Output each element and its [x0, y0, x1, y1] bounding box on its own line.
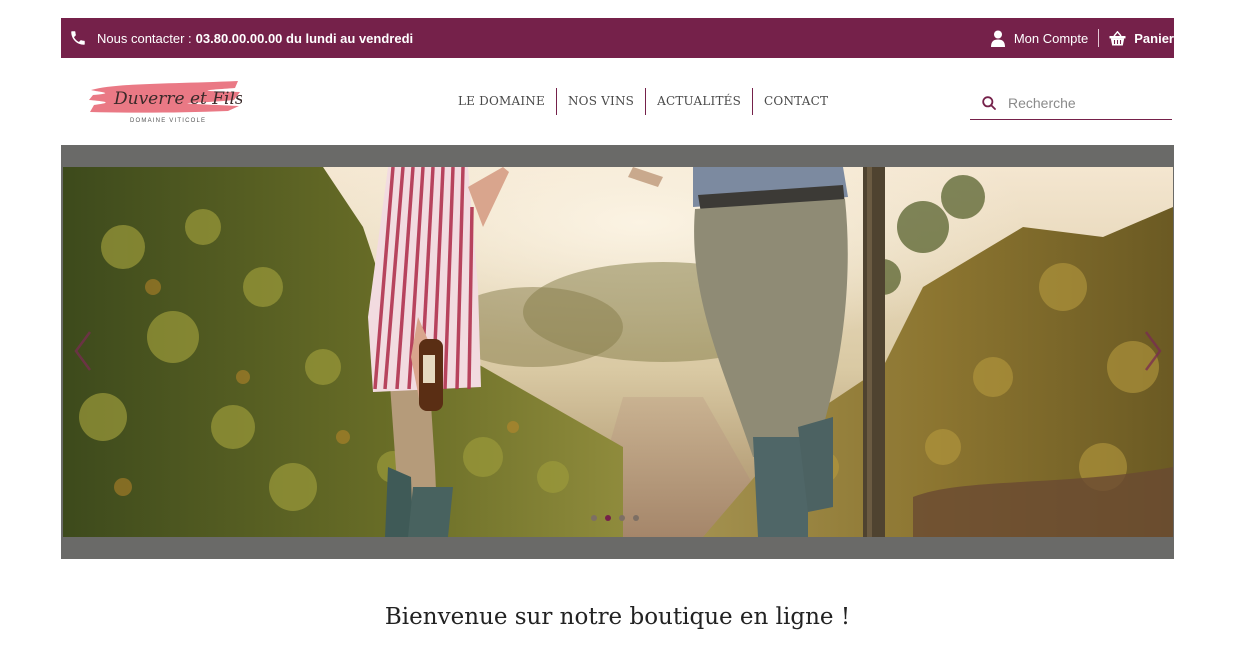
nav-divider — [645, 87, 647, 115]
contact-label: Nous contacter : — [97, 30, 192, 46]
slider-pagination — [591, 515, 647, 521]
slider-next-chevron-right-icon[interactable] — [1142, 330, 1164, 372]
svg-text:Duverre et Fils: Duverre et Fils — [113, 89, 242, 109]
cart-link[interactable]: Panier — [1109, 30, 1174, 46]
contact-info: Nous contacter : 03.80.00.00.00 du lundi… — [61, 18, 413, 58]
nav-divider — [752, 87, 754, 115]
search-icon[interactable] — [982, 95, 996, 110]
hero-slider — [61, 145, 1174, 559]
basket-icon — [1109, 30, 1126, 45]
slider-dot[interactable] — [633, 515, 639, 521]
cart-label: Panier — [1134, 30, 1174, 46]
search-bar — [970, 86, 1172, 120]
slider-dot[interactable] — [619, 515, 625, 521]
nav-item-domaine[interactable]: LE DOMAINE — [452, 94, 551, 108]
welcome-heading: Bienvenue sur notre boutique en ligne ! — [384, 604, 851, 630]
nav-item-actualites[interactable]: ACTUALITÉS — [651, 94, 747, 108]
my-account-link[interactable]: Mon Compte — [990, 30, 1098, 47]
hero-slide-image — [63, 167, 1173, 537]
topbar-divider — [1098, 29, 1100, 47]
main-navigation: LE DOMAINE NOS VINS ACTUALITÉS CONTACT — [452, 86, 834, 116]
search-input[interactable] — [1006, 93, 1170, 112]
slider-dot[interactable] — [591, 515, 597, 521]
slider-prev-chevron-left-icon[interactable] — [72, 330, 94, 372]
nav-item-contact[interactable]: CONTACT — [758, 94, 834, 108]
contact-phone-hours[interactable]: 03.80.00.00.00 du lundi au vendredi — [196, 31, 413, 46]
site-logo[interactable]: Duverre et Fils DOMAINE VITICOLE — [88, 78, 244, 126]
slider-dot-active[interactable] — [605, 515, 611, 521]
nav-divider — [555, 87, 557, 115]
top-bar: Nous contacter : 03.80.00.00.00 du lundi… — [61, 18, 1174, 58]
nav-item-nos-vins[interactable]: NOS VINS — [562, 94, 640, 108]
my-account-label: Mon Compte — [1013, 30, 1089, 46]
phone-icon — [67, 27, 89, 49]
svg-text:DOMAINE VITICOLE: DOMAINE VITICOLE — [130, 118, 206, 124]
user-icon — [990, 30, 1005, 47]
